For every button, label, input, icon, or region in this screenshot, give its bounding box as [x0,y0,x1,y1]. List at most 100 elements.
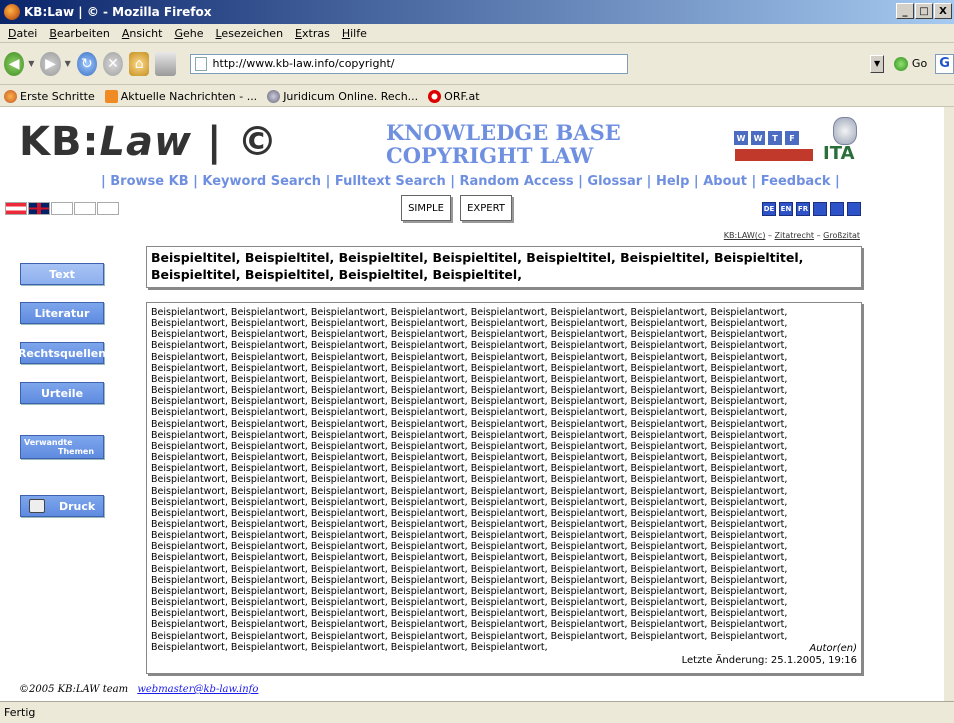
back-dropdown-icon[interactable]: ▼ [28,59,34,68]
go-icon [893,56,908,71]
home-icon[interactable]: ⌂ [129,51,150,76]
bookmark-aktuelle-nachrichten[interactable]: Aktuelle Nachrichten - ... [104,89,258,103]
last-modified: Letzte Änderung: 25.1.2005, 19:16 [681,655,857,666]
rss-icon [104,89,118,103]
menu-datei[interactable]: Datei [2,27,43,40]
ita-logo[interactable]: ITA [823,143,855,164]
wwtf-letter: F [785,131,799,145]
breadcrumb-separator: – [814,231,824,240]
menu-bar: Datei Bearbeiten Ansicht Gehe Lesezeiche… [0,24,954,43]
logo-pre: KB: [19,119,100,165]
reload-icon[interactable]: ↻ [76,51,97,76]
orf-icon [428,89,442,103]
bookmark-label: ORF.at [444,89,480,103]
menu-gehe[interactable]: Gehe [168,27,209,40]
status-bar: Fertig [0,701,954,723]
language-buttons: DE EN FR [762,202,861,216]
flag-blank-icon[interactable] [51,202,73,215]
page-icon [194,56,207,71]
google-search-icon[interactable]: G [935,53,954,74]
footer-email-link[interactable]: webmaster@kb-law.info [137,684,258,695]
sidebar-text-button[interactable]: Text [20,263,104,285]
flag-austria-icon[interactable] [5,202,27,215]
wwtf-letter: T [768,131,782,145]
wwtf-letter: W [751,131,765,145]
footer-copyright: ©2005 KB:LAW team [19,684,129,695]
url-dropdown-icon[interactable]: ▼ [870,54,884,73]
bookmark-erste-schritte[interactable]: Erste Schritte [4,89,95,103]
menu-bearbeiten[interactable]: Bearbeiten [43,27,115,40]
breadcrumb-grosszitat-link[interactable]: Großzitat [823,231,860,240]
menu-extras[interactable]: Extras [289,27,336,40]
menu-lesezeichen[interactable]: Lesezeichen [209,27,289,40]
navigation-toolbar: ◀ ▼ ▶ ▼ ↻ ✕ ⌂ http://www.kb-law.info/cop… [0,43,954,85]
sidebar-literatur-button[interactable]: Literatur [20,302,104,324]
partner-badge-logo[interactable] [735,149,813,161]
forward-dropdown-icon[interactable]: ▼ [65,59,71,68]
bookmark-label: Juridicum Online. Rech... [283,89,419,103]
page-footer: ©2005 KB:LAW team webmaster@kb-law.info [19,684,258,695]
printer-icon [29,499,45,513]
answer-panel: Beispielantwort, Beispielantwort, Beispi… [146,302,862,674]
country-flags [5,202,119,215]
flag-blank-icon[interactable] [97,202,119,215]
wwtf-letter: W [734,131,748,145]
go-label: Go [911,57,928,70]
site-heading: KNOWLEDGE BASE COPYRIGHT LAW [386,121,621,167]
flag-uk-icon[interactable] [28,202,50,215]
url-text: http://www.kb-law.info/copyright/ [212,57,395,70]
window-titlebar: KB:Law | © - Mozilla Firefox _ □ X [0,0,954,24]
bookmarks-toolbar: Erste Schritte Aktuelle Nachrichten - ..… [0,86,954,107]
author-label: Autor(en) [809,643,857,654]
site-heading-line-2: COPYRIGHT LAW [386,143,594,168]
vertical-scrollbar[interactable] [944,107,954,701]
lang-blank-button[interactable] [813,202,827,216]
sidebar-urteile-button[interactable]: Urteile [20,382,104,404]
main-navigation[interactable]: | Browse KB | Keyword Search | Fulltext … [101,174,840,189]
juridicum-icon [267,89,281,103]
verwandte-label: Verwandte [24,438,73,447]
sidebar-verwandte-themen-button[interactable]: Verwandte Themen [20,435,104,459]
expert-mode-button[interactable]: EXPERT [460,195,512,221]
simple-mode-button[interactable]: SIMPLE [401,195,451,221]
lang-en-button[interactable]: EN [779,202,793,216]
themen-label: Themen [58,447,95,456]
site-heading-line-1: KNOWLEDGE BASE [386,120,621,145]
print-icon[interactable] [155,51,176,76]
kblaw-logo: KB:Law | © [19,119,278,165]
breadcrumb-separator: – [765,231,775,240]
stop-icon[interactable]: ✕ [102,51,124,76]
go-button[interactable]: Go [893,56,928,71]
lang-blank-button[interactable] [847,202,861,216]
bookmark-label: Erste Schritte [20,89,95,103]
sidebar-print-button[interactable]: Druck [20,495,104,517]
maximize-button[interactable]: □ [915,3,933,19]
forward-icon[interactable]: ▶ [40,51,61,76]
close-button[interactable]: X [934,3,952,19]
menu-ansicht[interactable]: Ansicht [116,27,169,40]
page-content: KB:Law | © KNOWLEDGE BASE COPYRIGHT LAW … [0,107,944,701]
menu-hilfe[interactable]: Hilfe [336,27,373,40]
lang-fr-button[interactable]: FR [796,202,810,216]
flag-blank-icon[interactable] [74,202,96,215]
wwtf-logo[interactable]: W W T F [734,131,799,145]
university-seal-icon[interactable] [833,117,857,145]
url-input[interactable]: http://www.kb-law.info/copyright/ [189,53,629,74]
lang-de-button[interactable]: DE [762,202,776,216]
print-label: Druck [59,499,96,513]
bookmark-label: Aktuelle Nachrichten - ... [120,89,258,103]
citation-breadcrumb: KB:LAW(c) – Zitatrecht – Großzitat [724,231,860,240]
breadcrumb-zitatrecht-link[interactable]: Zitatrecht [775,231,815,240]
minimize-button[interactable]: _ [896,3,914,19]
window-title: KB:Law | © - Mozilla Firefox [24,5,212,19]
lang-blank-button[interactable] [830,202,844,216]
sidebar-rechtsquellen-button[interactable]: Rechtsquellen [18,342,106,364]
status-text: Fertig [4,706,36,719]
bookmark-orf[interactable]: ORF.at [428,89,480,103]
back-icon[interactable]: ◀ [4,51,25,76]
bookmark-juridicum[interactable]: Juridicum Online. Rech... [267,89,419,103]
article-title: Beispieltitel, Beispieltitel, Beispielti… [146,246,862,288]
breadcrumb-kblaw-link[interactable]: KB:LAW(c) [724,231,766,240]
logo-post: | © [191,119,279,165]
answer-text: Beispielantwort, Beispielantwort, Beispi… [151,307,788,653]
